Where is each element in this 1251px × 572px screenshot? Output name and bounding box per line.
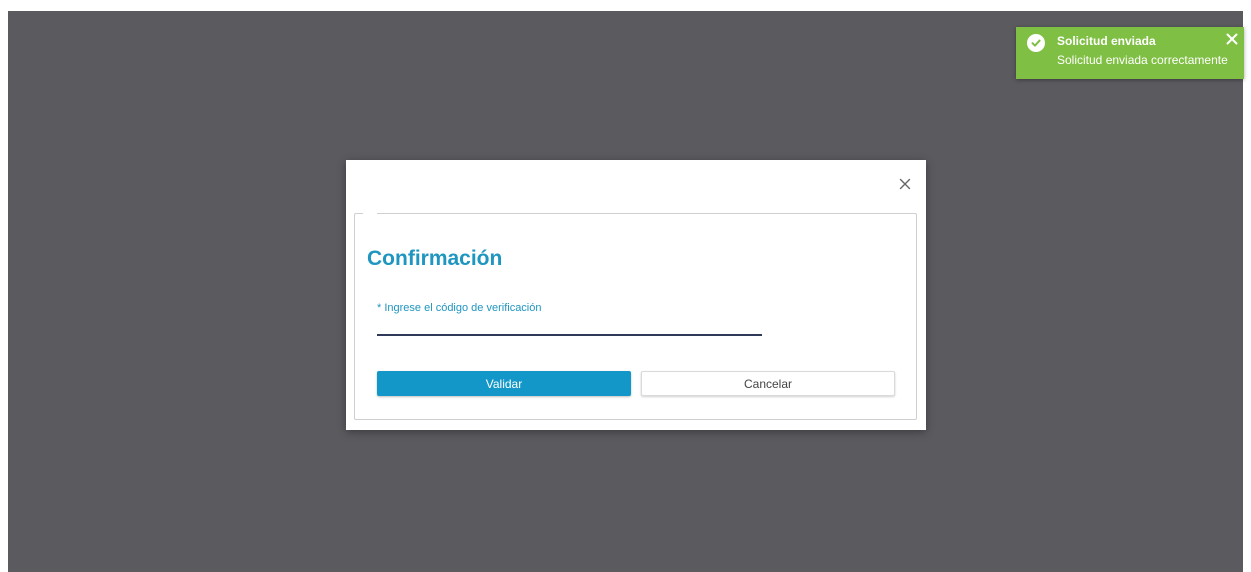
- success-toast: Solicitud enviada Solicitud enviada corr…: [1016, 27, 1244, 79]
- modal-title: Confirmación: [367, 247, 503, 270]
- verification-code-label: * Ingrese el código de verificación: [377, 302, 542, 314]
- toast-message: Solicitud enviada correctamente: [1057, 53, 1228, 67]
- toast-close-icon[interactable]: [1225, 32, 1239, 46]
- toast-title: Solicitud enviada: [1057, 34, 1156, 48]
- validate-button[interactable]: Validar: [377, 371, 631, 396]
- confirmation-modal: Confirmación * Ingrese el código de veri…: [346, 160, 926, 430]
- modal-close-icon[interactable]: [898, 177, 912, 191]
- cancel-button[interactable]: Cancelar: [641, 371, 895, 396]
- verification-code-input[interactable]: [377, 314, 762, 336]
- fieldset-legend-gap: [363, 212, 377, 216]
- confirmation-fieldset: Confirmación * Ingrese el código de veri…: [354, 212, 917, 420]
- check-circle-icon: [1027, 34, 1045, 52]
